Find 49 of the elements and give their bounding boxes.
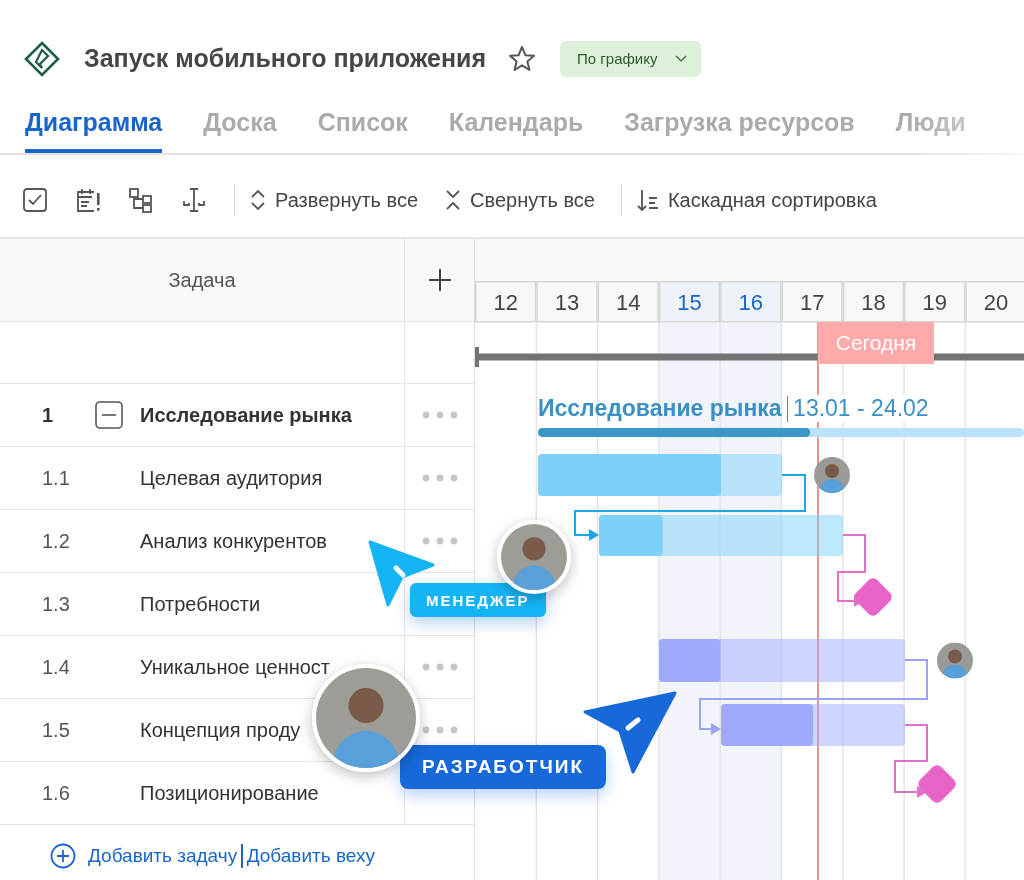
- task-name: Целевая аудитория: [140, 466, 323, 490]
- task-number: 1.4: [42, 655, 71, 679]
- summary-task-name: Исследование рынка: [538, 395, 782, 422]
- day-label: 17: [799, 290, 825, 315]
- day-label: 16: [738, 290, 764, 315]
- add-task-link[interactable]: Добавить задачу: [88, 845, 238, 867]
- sort-button[interactable]: Каскадная сортировка: [635, 188, 877, 212]
- chevron-collapse-icon: [444, 188, 463, 212]
- day-label: 15: [677, 290, 702, 315]
- star-icon[interactable]: [508, 44, 537, 73]
- add-milestone-link[interactable]: Добавить веху: [246, 845, 375, 867]
- chevron-down-icon: [675, 54, 688, 63]
- expand-all-button[interactable]: Развернуть все: [249, 188, 419, 212]
- status-dropdown[interactable]: По графику: [560, 40, 702, 77]
- plus-icon[interactable]: [427, 268, 452, 292]
- task-number: 1.5: [42, 718, 71, 742]
- task-number: 1.6: [42, 781, 71, 805]
- column-width-icon[interactable]: [181, 187, 207, 213]
- day-label: 12: [493, 290, 518, 315]
- task-name: Уникальное ценност: [140, 655, 330, 679]
- day-label: 20: [983, 290, 1009, 315]
- task-number: 1.2: [42, 529, 71, 553]
- task-name: Анализ конкурентов: [140, 529, 327, 553]
- task-name: Исследование рынка: [140, 403, 352, 427]
- tab[interactable]: Диаграмма: [25, 95, 163, 153]
- day-label: 19: [922, 290, 947, 315]
- calendar-alert-icon[interactable]: [75, 187, 101, 213]
- chevron-up-down-icon: [249, 188, 267, 212]
- day-label: 18: [861, 290, 886, 315]
- task-name: Позиционирование: [140, 781, 319, 805]
- column-header: Задача: [168, 268, 236, 292]
- logo-icon: [24, 40, 60, 77]
- task-number: 1.1: [42, 466, 71, 490]
- summary-dates: 13.01 - 24.02: [793, 395, 929, 422]
- today-label: Сегодня: [818, 322, 934, 364]
- task-name: Потребности: [140, 592, 261, 616]
- hierarchy-icon[interactable]: [128, 187, 154, 213]
- add-circle-icon[interactable]: [50, 843, 76, 869]
- day-label: 13: [554, 290, 580, 315]
- collapse-icon[interactable]: [95, 401, 123, 429]
- role-badge: РАЗРАБОТЧИК: [400, 745, 606, 789]
- day-label: 14: [616, 290, 641, 315]
- task-name: Концепция проду: [140, 718, 301, 742]
- project-title: Запуск мобильного приложения: [84, 44, 487, 73]
- collapse-all-button[interactable]: Свернуть все: [444, 188, 595, 212]
- task-number: 1.3: [42, 592, 71, 616]
- task-number: 1: [42, 403, 55, 427]
- checkbox-icon[interactable]: [22, 187, 48, 213]
- sort-icon: [635, 188, 660, 212]
